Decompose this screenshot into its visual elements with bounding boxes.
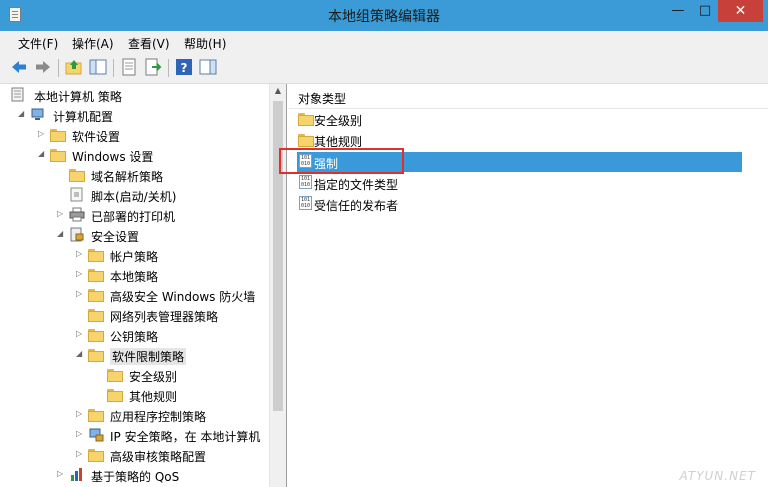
menu-file[interactable]: 文件(F)	[18, 35, 58, 52]
list-item-label: 指定的文件类型	[314, 178, 399, 192]
forward-arrow-icon[interactable]	[34, 58, 52, 76]
tree-label: 网络列表管理器策略	[110, 310, 219, 324]
tree-pane[interactable]: 本地计算机 策略 ◢ 计算机配置 ▷ 软件设置 ◢ Windows 设置 域名解…	[0, 84, 287, 487]
expand-arrow-icon[interactable]: ▷	[57, 209, 65, 219]
watermark: ATYUN.NET	[679, 469, 756, 483]
tree-label: 本地策略	[110, 270, 159, 284]
export-list-icon[interactable]	[144, 58, 162, 76]
expand-arrow-icon[interactable]: ▷	[76, 409, 84, 419]
toolbar-separator	[113, 59, 114, 77]
tree-label: 公钥策略	[110, 330, 159, 344]
back-arrow-icon[interactable]	[10, 58, 28, 76]
folder-icon	[50, 127, 66, 142]
tree-label: 软件限制策略	[110, 348, 187, 365]
toolbar-separator	[58, 59, 59, 77]
up-folder-icon[interactable]	[65, 58, 83, 76]
printer-icon	[69, 207, 85, 222]
tree-label: 基于策略的 QoS	[91, 470, 180, 484]
list-item-other-rules[interactable]: 其他规则	[297, 130, 742, 150]
toolbar-separator	[168, 59, 169, 77]
folder-lock-icon	[88, 247, 104, 262]
folder-icon	[88, 407, 104, 422]
list-item-security-levels[interactable]: 安全级别	[297, 109, 742, 129]
folder-open-icon	[88, 347, 104, 362]
tree-label: 其他规则	[129, 390, 178, 404]
show-tree-icon[interactable]	[89, 58, 107, 76]
policy-document-icon	[11, 87, 24, 102]
column-header-object-type[interactable]: 对象类型	[289, 84, 768, 109]
expand-arrow-icon[interactable]: ▷	[38, 129, 46, 139]
tree-label: 已部署的打印机	[91, 210, 176, 224]
expand-arrow-icon[interactable]: ▷	[76, 289, 84, 299]
toolbar: ?	[0, 53, 768, 84]
properties-icon[interactable]	[120, 58, 138, 76]
collapse-arrow-icon[interactable]: ◢	[57, 229, 65, 239]
list-item-label: 受信任的发布者	[314, 199, 399, 213]
column-header-label: 对象类型	[298, 92, 347, 106]
menu-help[interactable]: 帮助(H)	[184, 35, 226, 52]
list-item-trusted-publishers[interactable]: 101 010 受信任的发布者	[297, 194, 742, 214]
show-action-pane-icon[interactable]	[199, 58, 217, 76]
binary-setting-icon: 101 010	[299, 196, 312, 210]
close-button[interactable]: ✕	[718, 0, 763, 22]
tree-label: 应用程序控制策略	[110, 410, 207, 424]
collapse-arrow-icon[interactable]: ◢	[76, 349, 84, 359]
list-item-label: 安全级别	[314, 114, 363, 128]
folder-icon	[88, 447, 104, 462]
details-pane[interactable]: 对象类型 安全级别 其他规则 101 010 强制 101 010 指定的文件类型 …	[289, 84, 768, 487]
expand-arrow-icon[interactable]: ▷	[76, 429, 84, 439]
binary-setting-icon: 101 010	[299, 175, 312, 189]
ipsec-icon	[89, 428, 104, 442]
title-bar: 本地组策略编辑器 — □ ✕	[0, 0, 768, 31]
tree-label: 高级安全 Windows 防火墙	[110, 290, 256, 304]
svg-text:?: ?	[181, 61, 188, 75]
folder-icon	[88, 287, 104, 302]
menu-bar: 文件(F) 操作(A) 查看(V) 帮助(H)	[0, 31, 768, 53]
folder-icon	[69, 167, 85, 182]
tree-label: 安全级别	[129, 370, 178, 384]
security-icon	[70, 227, 84, 242]
expand-arrow-icon[interactable]: ▷	[57, 469, 65, 479]
tree-label: 软件设置	[72, 130, 121, 144]
minimize-button[interactable]: —	[665, 0, 691, 22]
tree-label: 本地计算机 策略	[34, 90, 122, 104]
scroll-up-arrow-icon[interactable]: ▲	[270, 86, 286, 95]
tree-label: 域名解析策略	[91, 170, 164, 184]
folder-icon	[107, 367, 123, 382]
tree-label: 脚本(启动/关机)	[91, 190, 177, 204]
folder-icon	[88, 307, 104, 322]
tree-scrollbar[interactable]: ▲	[269, 84, 286, 487]
expand-arrow-icon[interactable]: ▷	[76, 269, 84, 279]
menu-action[interactable]: 操作(A)	[72, 35, 114, 52]
folder-icon	[107, 387, 123, 402]
tree-label: 高级审核策略配置	[110, 450, 207, 464]
script-icon	[70, 187, 83, 202]
window-title: 本地组策略编辑器	[328, 9, 440, 25]
expand-arrow-icon[interactable]: ▷	[76, 249, 84, 259]
highlight-annotation-box	[279, 148, 404, 174]
tree-label: 计算机配置	[53, 110, 114, 124]
folder-icon	[298, 111, 314, 126]
collapse-arrow-icon[interactable]: ◢	[18, 109, 26, 119]
collapse-arrow-icon[interactable]: ◢	[38, 149, 46, 159]
expand-arrow-icon[interactable]: ▷	[76, 449, 84, 459]
folder-icon	[298, 132, 314, 147]
maximize-button[interactable]: □	[692, 0, 718, 22]
tree-label: Windows 设置	[72, 150, 154, 164]
folder-icon	[88, 327, 104, 342]
folder-icon	[50, 147, 66, 162]
folder-lock-icon	[88, 267, 104, 282]
qos-chart-icon	[71, 468, 82, 481]
computer-icon	[31, 108, 44, 120]
list-item-designated-file-types[interactable]: 101 010 指定的文件类型	[297, 173, 742, 193]
tree-label: IP 安全策略，在 本地计算机	[110, 430, 261, 444]
menu-view[interactable]: 查看(V)	[128, 35, 170, 52]
expand-arrow-icon[interactable]: ▷	[76, 329, 84, 339]
tree-label: 安全设置	[91, 230, 140, 244]
tree-label: 帐户策略	[110, 250, 159, 264]
help-icon[interactable]: ?	[175, 58, 193, 76]
